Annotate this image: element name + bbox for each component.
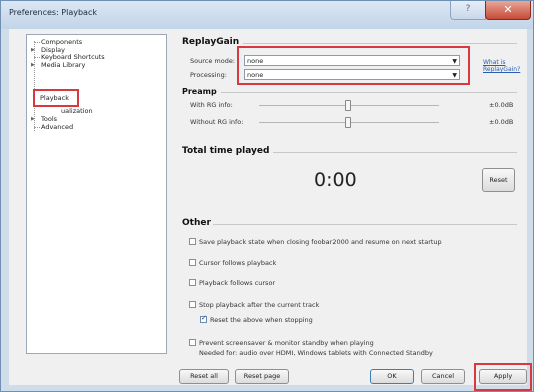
ok-button[interactable]: OK xyxy=(370,369,414,384)
preamp-heading: Preamp xyxy=(182,87,217,96)
window-title: Preferences: Playback xyxy=(9,8,97,17)
with-rg-value: ±0.0dB xyxy=(489,101,514,109)
close-button[interactable]: ✕ xyxy=(485,1,531,20)
cursor-follows-playback-label: Cursor follows playback xyxy=(199,259,277,267)
total-time-heading: Total time played xyxy=(182,146,270,156)
tree-item-media-library[interactable]: Media Library xyxy=(41,61,85,69)
playback-highlight[interactable]: Playback xyxy=(33,89,79,107)
save-state-checkbox[interactable] xyxy=(189,238,196,245)
section-divider xyxy=(243,43,517,44)
tree-item-advanced[interactable]: Advanced xyxy=(41,123,73,131)
tree-connector xyxy=(34,57,40,58)
tree-item-tools[interactable]: Tools xyxy=(41,115,57,123)
prevent-standby-checkbox[interactable] xyxy=(189,339,196,346)
section-divider xyxy=(221,92,517,93)
tree-item-playback[interactable]: Playback xyxy=(40,94,69,102)
title-bar[interactable]: Preferences: Playback ? ✕ xyxy=(1,1,533,29)
stop-after-current-checkbox[interactable] xyxy=(189,301,196,308)
without-rg-value: ±0.0dB xyxy=(489,118,514,126)
reset-page-button[interactable]: Reset page xyxy=(235,369,289,384)
replaygain-highlight xyxy=(237,46,470,85)
reset-time-button[interactable]: Reset xyxy=(482,168,515,192)
preferences-tree[interactable]: Components ▶ Display Keyboard Shortcuts … xyxy=(26,34,167,354)
tree-item-components[interactable]: Components xyxy=(41,38,82,46)
checkmark-icon: ✓ xyxy=(201,314,207,322)
tree-connector xyxy=(34,127,40,128)
cursor-follows-playback-checkbox[interactable] xyxy=(189,259,196,266)
playback-follows-cursor-label: Playback follows cursor xyxy=(199,279,276,287)
with-rg-label: With RG info: xyxy=(190,101,233,109)
replaygain-heading: ReplayGain xyxy=(182,37,240,47)
total-time-value: 0:00 xyxy=(314,169,357,191)
preferences-window: Preferences: Playback ? ✕ Components ▶ D… xyxy=(0,0,534,392)
other-heading: Other xyxy=(182,218,211,228)
help-button[interactable]: ? xyxy=(450,1,486,20)
section-divider xyxy=(273,152,517,153)
without-rg-label: Without RG info: xyxy=(190,118,244,126)
reset-above-checkbox[interactable]: ✓ xyxy=(200,314,207,323)
apply-highlight xyxy=(474,363,532,391)
reset-above-label: Reset the above when stopping xyxy=(210,316,313,324)
section-divider xyxy=(213,224,517,225)
source-mode-label: Source mode: xyxy=(190,57,236,65)
tree-connector xyxy=(34,42,40,43)
reset-all-button[interactable]: Reset all xyxy=(179,369,229,384)
stop-after-current-label: Stop playback after the current track xyxy=(199,301,320,309)
what-is-replaygain-link[interactable]: What is ReplayGain? xyxy=(483,59,520,73)
link-line-2[interactable]: ReplayGain? xyxy=(483,66,520,73)
cancel-button[interactable]: Cancel xyxy=(421,369,465,384)
expand-arrow-icon[interactable]: ▶ xyxy=(31,47,35,53)
prevent-standby-label: Prevent screensaver & monitor standby wh… xyxy=(199,339,374,347)
with-rg-slider-thumb[interactable] xyxy=(345,100,351,111)
expand-arrow-icon[interactable]: ▶ xyxy=(31,62,35,68)
prevent-standby-note: Needed for: audio over HDMI, Windows tab… xyxy=(199,349,433,357)
processing-label: Processing: xyxy=(190,71,227,79)
tree-item-visualization[interactable]: ualization xyxy=(61,107,93,115)
tree-item-keyboard-shortcuts[interactable]: Keyboard Shortcuts xyxy=(41,53,105,61)
without-rg-slider-thumb[interactable] xyxy=(345,117,351,128)
playback-follows-cursor-checkbox[interactable] xyxy=(189,279,196,286)
link-line-1[interactable]: What is xyxy=(483,59,505,66)
save-state-label: Save playback state when closing foobar2… xyxy=(199,238,442,246)
expand-arrow-icon[interactable]: ▶ xyxy=(31,116,35,122)
